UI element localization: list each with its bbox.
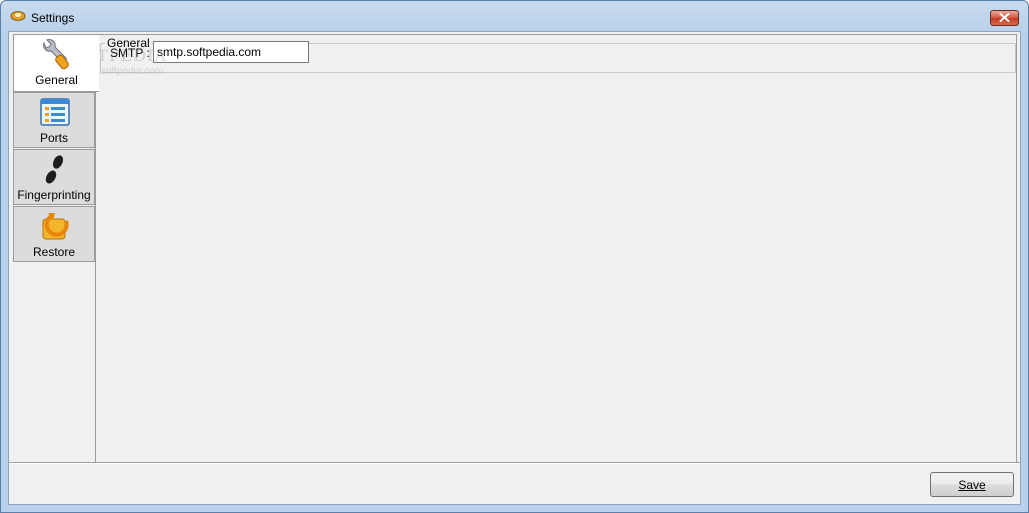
client-area: General Ports Fingerprinting Restore Gen…: [8, 31, 1021, 505]
smtp-label: SMTP :: [110, 46, 150, 60]
title-bar[interactable]: Settings: [1, 1, 1028, 31]
tab-content-general: General SMTP :: [95, 34, 1017, 464]
tab-label: Restore: [32, 245, 76, 259]
tab-restore[interactable]: Restore: [13, 206, 95, 262]
close-button[interactable]: [990, 10, 1019, 26]
settings-window: Settings General Ports Fingerprinting Re…: [0, 0, 1029, 513]
tab-general[interactable]: General: [13, 34, 99, 92]
tab-ports[interactable]: Ports: [13, 92, 95, 148]
save-button[interactable]: Save: [930, 472, 1014, 497]
list-window-icon: [38, 97, 72, 129]
footprints-icon: [38, 154, 72, 186]
window-title: Settings: [31, 11, 75, 25]
footer-divider: [9, 462, 1020, 464]
wrench-icon: [38, 39, 72, 71]
save-button-label: Save: [958, 477, 986, 492]
tab-label: General: [35, 73, 78, 87]
tab-label: Ports: [39, 131, 68, 145]
smtp-input[interactable]: [153, 41, 309, 63]
tab-fingerprinting[interactable]: Fingerprinting: [13, 149, 95, 205]
close-icon: [999, 11, 1010, 25]
restore-arrow-icon: [38, 211, 72, 243]
tab-label: Fingerprinting: [17, 188, 91, 202]
app-logo-icon: [10, 10, 26, 22]
